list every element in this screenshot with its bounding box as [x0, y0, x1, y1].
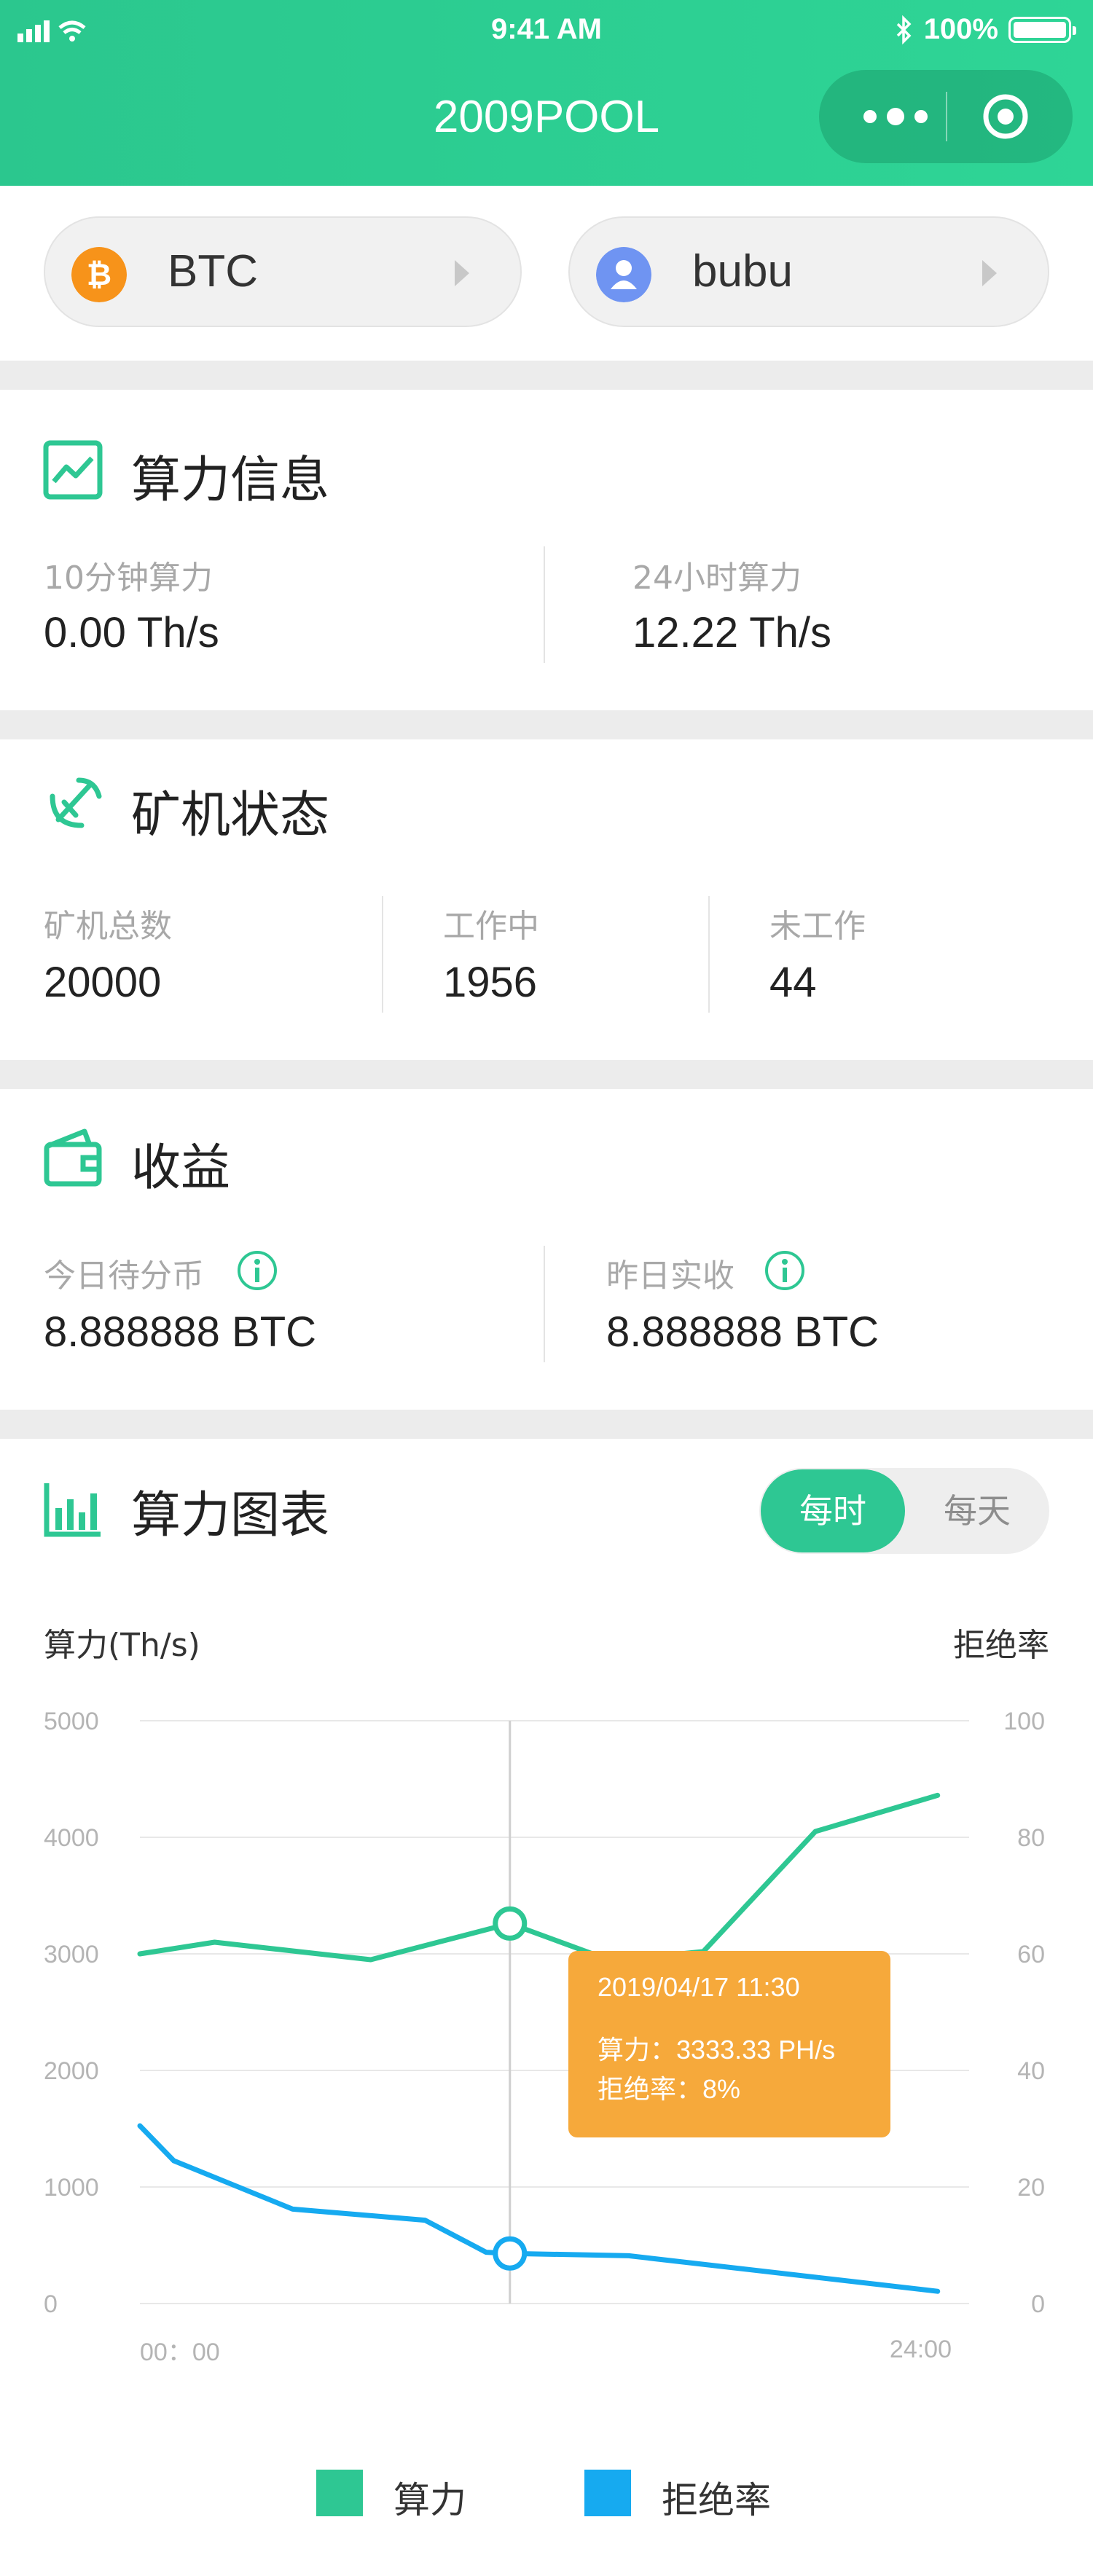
y-left-tick-label: 1000 [44, 2174, 99, 2202]
x-tick-label: 24:00 [890, 2336, 952, 2363]
y-left-tick-label: 5000 [44, 1708, 99, 1735]
hashrate-chart[interactable]: 0 1000 2000 3000 4000 5000 0 20 40 60 80 100 00：00 24… [0, 0, 1093, 2576]
y-right-tick-label: 20 [1017, 2174, 1045, 2202]
y-right-tick-label: 40 [1017, 2057, 1045, 2085]
y-left-tick-label: 4000 [44, 1824, 99, 1852]
y-left-tick-label: 2000 [44, 2057, 99, 2085]
legend-swatch-reject [584, 2470, 631, 2516]
y-right-tick-label: 0 [1031, 2290, 1045, 2318]
hashrate-highlight-point [493, 1906, 528, 1941]
tooltip-hashrate: 算力：3333.33 PH/s [598, 2035, 835, 2065]
y-left-tick-label: 3000 [44, 1941, 99, 1968]
reject-rate-highlight-point [493, 2236, 528, 2271]
hashrate-series-line [137, 1792, 941, 1964]
legend-label-reject: 拒绝率 [662, 2479, 771, 2521]
y-right-tick-label: 60 [1017, 1941, 1045, 1968]
y-left-tick-label: 0 [44, 2290, 58, 2318]
reject-rate-series-line [137, 2123, 941, 2294]
tooltip-reject-rate: 拒绝率：8% [598, 2074, 740, 2104]
legend-label-hashrate: 算力 [393, 2479, 466, 2521]
tooltip-time: 2019/04/17 11:30 [598, 1972, 800, 2002]
x-tick-label: 00：00 [140, 2339, 220, 2366]
legend-swatch-hashrate [316, 2470, 363, 2516]
y-right-tick-label: 80 [1017, 1824, 1045, 1852]
y-right-tick-label: 100 [1003, 1708, 1045, 1735]
